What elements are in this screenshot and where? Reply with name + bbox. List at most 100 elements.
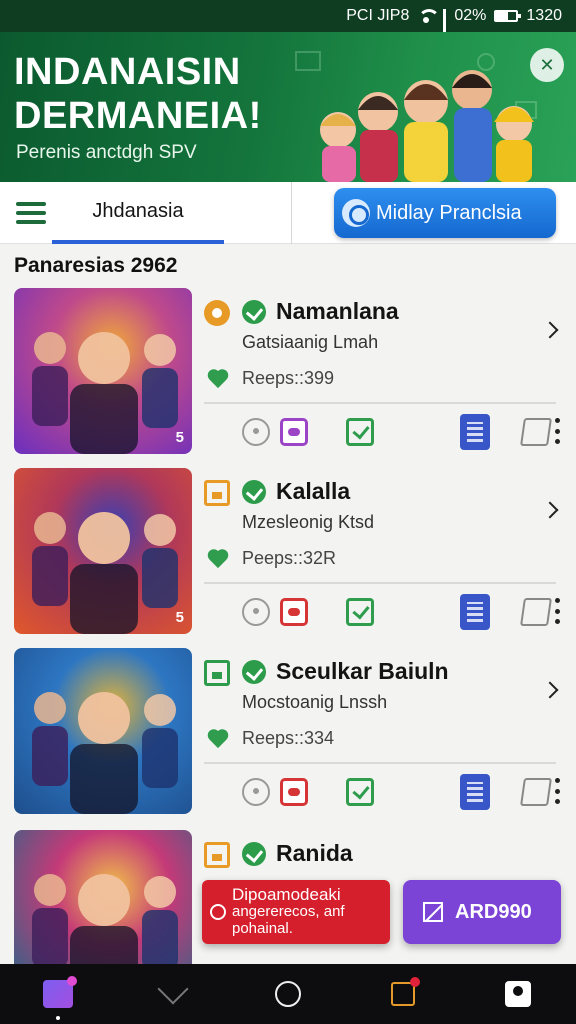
game-title: Kalalla bbox=[276, 478, 351, 504]
thumbnail-badge: 5 bbox=[175, 429, 184, 446]
game-thumbnail[interactable] bbox=[14, 648, 192, 814]
active-indicator bbox=[55, 1016, 60, 1020]
more-icon[interactable] bbox=[554, 598, 560, 624]
divider bbox=[204, 582, 556, 584]
more-icon[interactable] bbox=[554, 778, 560, 804]
bottom-navigation bbox=[0, 964, 576, 1024]
toast-line3: pohainal. bbox=[232, 920, 293, 937]
menu-icon[interactable] bbox=[16, 202, 46, 224]
game-subtitle: Mzesleonig Ktsd bbox=[242, 512, 375, 532]
calculator-icon[interactable] bbox=[460, 414, 490, 450]
hero-title-line1: INDANAISIN bbox=[14, 51, 241, 93]
notification-icon bbox=[391, 977, 421, 1006]
location-icon[interactable] bbox=[242, 418, 270, 446]
check-icon[interactable] bbox=[346, 598, 374, 626]
calculator-icon[interactable] bbox=[460, 594, 490, 630]
heart-icon bbox=[206, 370, 230, 388]
game-reps: Reeps::334 bbox=[242, 728, 335, 748]
action-button-label: ARD990 bbox=[455, 900, 532, 923]
circle-icon bbox=[275, 981, 301, 1007]
verified-icon bbox=[242, 300, 266, 324]
game-subtitle: Gatsiaanig Lmah bbox=[242, 332, 379, 352]
action-row bbox=[242, 414, 562, 450]
calculator-icon[interactable] bbox=[460, 774, 490, 810]
location-icon[interactable] bbox=[242, 598, 270, 626]
verified-icon bbox=[242, 480, 266, 504]
chevron-right-icon[interactable] bbox=[541, 681, 559, 699]
toast-line1: Dipoamodeaki bbox=[232, 885, 341, 904]
tab-divider bbox=[291, 182, 292, 244]
thumbnail-badge: 5 bbox=[175, 609, 184, 626]
edit-icon bbox=[423, 902, 443, 922]
hero-subtitle: Perenis anctdgh SPV bbox=[16, 142, 197, 163]
divider bbox=[204, 762, 556, 764]
nav-home[interactable] bbox=[0, 964, 115, 1024]
cta-button-label: Midlay Pranclsia bbox=[376, 201, 522, 224]
check-icon[interactable] bbox=[346, 418, 374, 446]
profile-icon bbox=[505, 981, 532, 1007]
battery-percent: 02% bbox=[454, 7, 487, 24]
toast-line2: angererecos, anf bbox=[232, 903, 345, 920]
game-thumbnail[interactable]: 5 bbox=[14, 288, 192, 454]
action-row bbox=[242, 594, 562, 630]
nav-profile[interactable] bbox=[461, 964, 576, 1024]
game-info: Namanlana Gatsiaanig Lmah Reeps::399 bbox=[204, 288, 564, 460]
cta-button[interactable]: Midlay Pranclsia bbox=[334, 188, 556, 238]
home-icon bbox=[204, 660, 230, 686]
nav-download[interactable] bbox=[115, 964, 230, 1024]
game-subtitle: Mocstoanig Lnssh bbox=[242, 692, 388, 712]
home-icon bbox=[204, 842, 230, 868]
nav-notifications[interactable] bbox=[346, 964, 461, 1024]
game-card[interactable]: 5 Namanlana Gatsiaanig Lmah Reeps::399 bbox=[0, 288, 576, 460]
download-icon bbox=[157, 973, 189, 1005]
location-icon[interactable] bbox=[242, 778, 270, 806]
hero-title-line2: DERMANEIA! bbox=[14, 95, 262, 137]
verified-icon bbox=[242, 842, 266, 866]
game-reps: Peeps::32R bbox=[242, 548, 337, 568]
home-icon bbox=[204, 480, 230, 506]
carrier-text: PCI JIP8 bbox=[346, 7, 410, 24]
divider bbox=[204, 402, 556, 404]
more-icon[interactable] bbox=[554, 418, 560, 444]
home-icon bbox=[42, 976, 77, 1008]
clock: 1320 bbox=[526, 7, 562, 24]
game-title: Ranida bbox=[276, 840, 353, 866]
hero-title: INDANAISIN DERMANEIA! bbox=[14, 50, 262, 138]
tv-icon[interactable] bbox=[280, 418, 308, 446]
game-thumbnail[interactable]: 5 bbox=[14, 468, 192, 634]
chevron-right-icon[interactable] bbox=[541, 501, 559, 519]
game-art bbox=[32, 332, 178, 454]
game-card[interactable]: 5 Kalalla Mzesleonig Ktsd Peeps::32R bbox=[0, 468, 576, 640]
verified-icon bbox=[242, 660, 266, 684]
game-reps: Reeps::399 bbox=[242, 368, 335, 388]
game-art bbox=[32, 512, 178, 634]
game-info: Sceulkar Baiuln Mocstoanig Lnssh Reeps::… bbox=[204, 648, 564, 820]
game-info: Kalalla Mzesleonig Ktsd Peeps::32R bbox=[204, 468, 564, 640]
nav-circle[interactable] bbox=[230, 964, 345, 1024]
share-icon[interactable] bbox=[520, 418, 552, 446]
battery-icon bbox=[494, 10, 522, 22]
wifi-icon bbox=[417, 9, 441, 23]
support-icon bbox=[342, 199, 370, 227]
status-bar: PCI JIP8 02% 1320 bbox=[0, 0, 576, 37]
gear-icon bbox=[204, 300, 230, 326]
game-title: Namanlana bbox=[276, 298, 399, 324]
tab-active[interactable]: Jhdanasia bbox=[52, 182, 224, 244]
action-row bbox=[242, 774, 562, 810]
hero-characters-illustration bbox=[295, 51, 537, 182]
error-toast[interactable]: Dipoamodeaki angererecos, anf pohainal. bbox=[202, 880, 390, 944]
chevron-right-icon[interactable] bbox=[541, 321, 559, 339]
check-icon[interactable] bbox=[346, 778, 374, 806]
action-button[interactable]: ARD990 bbox=[403, 880, 561, 944]
heart-icon bbox=[206, 550, 230, 568]
heart-icon bbox=[206, 730, 230, 748]
game-card[interactable]: Sceulkar Baiuln Mocstoanig Lnssh Reeps::… bbox=[0, 648, 576, 820]
game-art bbox=[32, 692, 178, 814]
close-icon[interactable]: ✕ bbox=[530, 48, 564, 82]
share-icon[interactable] bbox=[520, 598, 552, 626]
game-title: Sceulkar Baiuln bbox=[276, 658, 449, 684]
tv-icon[interactable] bbox=[280, 778, 308, 806]
tv-icon[interactable] bbox=[280, 598, 308, 626]
share-icon[interactable] bbox=[520, 778, 552, 806]
hero-banner[interactable]: INDANAISIN DERMANEIA! Perenis anctdgh SP… bbox=[0, 32, 576, 182]
